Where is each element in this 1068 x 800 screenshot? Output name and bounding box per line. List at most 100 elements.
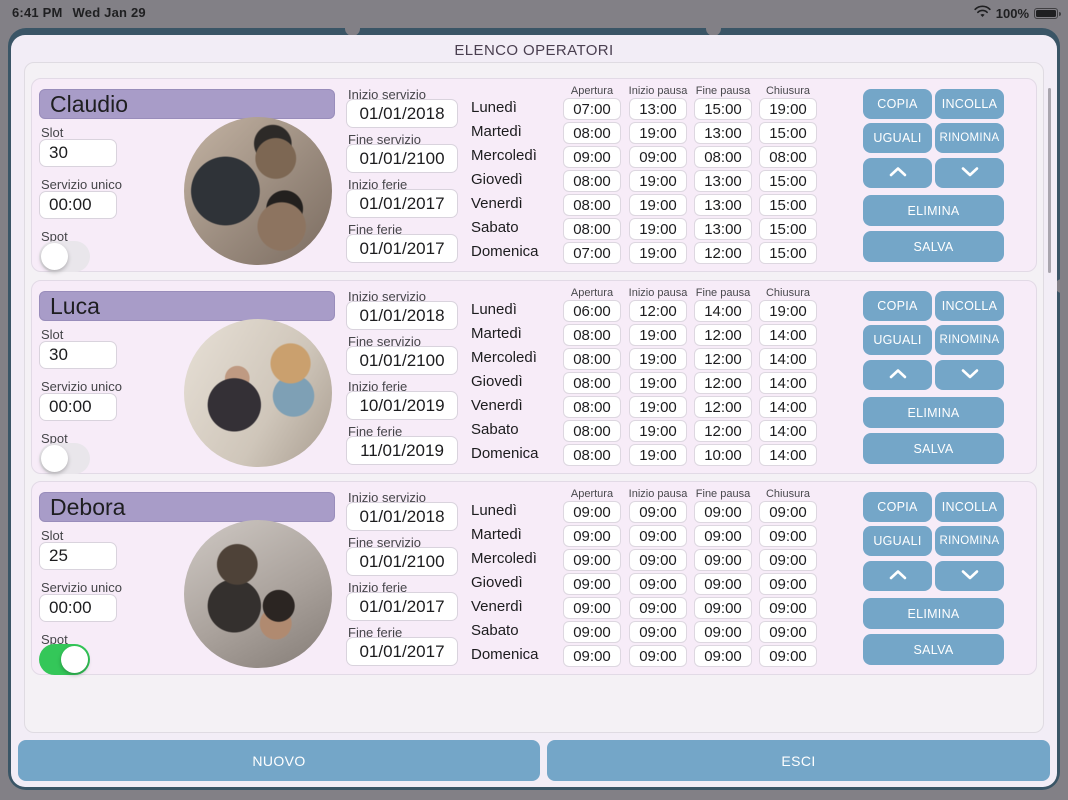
salva-button[interactable]: SALVA (863, 634, 1004, 665)
time-input-inizio-pausa[interactable] (629, 549, 687, 571)
time-input-inizio-pausa[interactable] (629, 170, 687, 192)
time-input-fine-pausa[interactable] (694, 170, 752, 192)
time-input-fine-pausa[interactable] (694, 122, 752, 144)
time-input-chiusura[interactable] (759, 597, 817, 619)
time-input-fine-pausa[interactable] (694, 98, 752, 120)
time-input-inizio-pausa[interactable] (629, 621, 687, 643)
time-input-chiusura[interactable] (759, 122, 817, 144)
time-input-fine-pausa[interactable] (694, 372, 752, 394)
time-input-chiusura[interactable] (759, 218, 817, 240)
move-up-button[interactable] (863, 561, 932, 591)
time-input-apertura[interactable] (563, 98, 621, 120)
move-down-button[interactable] (935, 561, 1004, 591)
time-input-inizio-pausa[interactable] (629, 444, 687, 466)
salva-button[interactable]: SALVA (863, 433, 1004, 464)
time-input-chiusura[interactable] (759, 501, 817, 523)
uguali-button[interactable]: UGUALI (863, 526, 932, 556)
time-input-apertura[interactable] (563, 621, 621, 643)
time-input-fine-pausa[interactable] (694, 621, 752, 643)
time-input-inizio-pausa[interactable] (629, 348, 687, 370)
time-input-fine-pausa[interactable] (694, 525, 752, 547)
time-input-apertura[interactable] (563, 645, 621, 667)
time-input-apertura[interactable] (563, 218, 621, 240)
time-input-apertura[interactable] (563, 122, 621, 144)
incolla-button[interactable]: INCOLLA (935, 492, 1004, 522)
time-input-chiusura[interactable] (759, 525, 817, 547)
time-input-chiusura[interactable] (759, 146, 817, 168)
salva-button[interactable]: SALVA (863, 231, 1004, 262)
time-input-inizio-pausa[interactable] (629, 501, 687, 523)
time-input-fine-pausa[interactable] (694, 645, 752, 667)
elimina-button[interactable]: ELIMINA (863, 598, 1004, 629)
uguali-button[interactable]: UGUALI (863, 123, 932, 153)
time-input-apertura[interactable] (563, 420, 621, 442)
time-input-chiusura[interactable] (759, 420, 817, 442)
time-input-inizio-pausa[interactable] (629, 420, 687, 442)
rinomina-button[interactable]: RINOMINA (935, 123, 1004, 153)
time-input-chiusura[interactable] (759, 573, 817, 595)
time-input-inizio-pausa[interactable] (629, 525, 687, 547)
time-input-apertura[interactable] (563, 324, 621, 346)
time-input-chiusura[interactable] (759, 549, 817, 571)
rinomina-button[interactable]: RINOMINA (935, 325, 1004, 355)
time-input-chiusura[interactable] (759, 324, 817, 346)
time-input-inizio-pausa[interactable] (629, 645, 687, 667)
time-input-inizio-pausa[interactable] (629, 122, 687, 144)
time-input-fine-pausa[interactable] (694, 218, 752, 240)
copia-button[interactable]: COPIA (863, 89, 932, 119)
time-input-apertura[interactable] (563, 348, 621, 370)
time-input-chiusura[interactable] (759, 170, 817, 192)
time-input-apertura[interactable] (563, 573, 621, 595)
elimina-button[interactable]: ELIMINA (863, 397, 1004, 428)
move-up-button[interactable] (863, 158, 932, 188)
time-input-fine-pausa[interactable] (694, 501, 752, 523)
incolla-button[interactable]: INCOLLA (935, 89, 1004, 119)
time-input-apertura[interactable] (563, 597, 621, 619)
time-input-fine-pausa[interactable] (694, 444, 752, 466)
move-down-button[interactable] (935, 360, 1004, 390)
time-input-apertura[interactable] (563, 146, 621, 168)
nuovo-button[interactable]: NUOVO (18, 740, 540, 781)
time-input-fine-pausa[interactable] (694, 242, 752, 264)
time-input-inizio-pausa[interactable] (629, 324, 687, 346)
time-input-fine-pausa[interactable] (694, 597, 752, 619)
time-input-apertura[interactable] (563, 170, 621, 192)
scrollbar[interactable] (1048, 88, 1051, 273)
time-input-fine-pausa[interactable] (694, 194, 752, 216)
incolla-button[interactable]: INCOLLA (935, 291, 1004, 321)
copia-button[interactable]: COPIA (863, 492, 932, 522)
time-input-fine-pausa[interactable] (694, 300, 752, 322)
time-input-apertura[interactable] (563, 396, 621, 418)
copia-button[interactable]: COPIA (863, 291, 932, 321)
time-input-apertura[interactable] (563, 300, 621, 322)
time-input-fine-pausa[interactable] (694, 396, 752, 418)
time-input-apertura[interactable] (563, 194, 621, 216)
rinomina-button[interactable]: RINOMINA (935, 526, 1004, 556)
time-input-chiusura[interactable] (759, 242, 817, 264)
time-input-chiusura[interactable] (759, 194, 817, 216)
time-input-inizio-pausa[interactable] (629, 98, 687, 120)
time-input-inizio-pausa[interactable] (629, 372, 687, 394)
time-input-chiusura[interactable] (759, 372, 817, 394)
time-input-apertura[interactable] (563, 444, 621, 466)
time-input-fine-pausa[interactable] (694, 324, 752, 346)
time-input-apertura[interactable] (563, 242, 621, 264)
time-input-fine-pausa[interactable] (694, 146, 752, 168)
time-input-apertura[interactable] (563, 501, 621, 523)
time-input-apertura[interactable] (563, 372, 621, 394)
time-input-inizio-pausa[interactable] (629, 194, 687, 216)
time-input-inizio-pausa[interactable] (629, 300, 687, 322)
time-input-fine-pausa[interactable] (694, 549, 752, 571)
time-input-chiusura[interactable] (759, 444, 817, 466)
time-input-chiusura[interactable] (759, 621, 817, 643)
time-input-inizio-pausa[interactable] (629, 146, 687, 168)
time-input-chiusura[interactable] (759, 348, 817, 370)
time-input-inizio-pausa[interactable] (629, 242, 687, 264)
time-input-fine-pausa[interactable] (694, 573, 752, 595)
time-input-chiusura[interactable] (759, 645, 817, 667)
time-input-inizio-pausa[interactable] (629, 218, 687, 240)
time-input-inizio-pausa[interactable] (629, 573, 687, 595)
time-input-inizio-pausa[interactable] (629, 597, 687, 619)
move-up-button[interactable] (863, 360, 932, 390)
move-down-button[interactable] (935, 158, 1004, 188)
